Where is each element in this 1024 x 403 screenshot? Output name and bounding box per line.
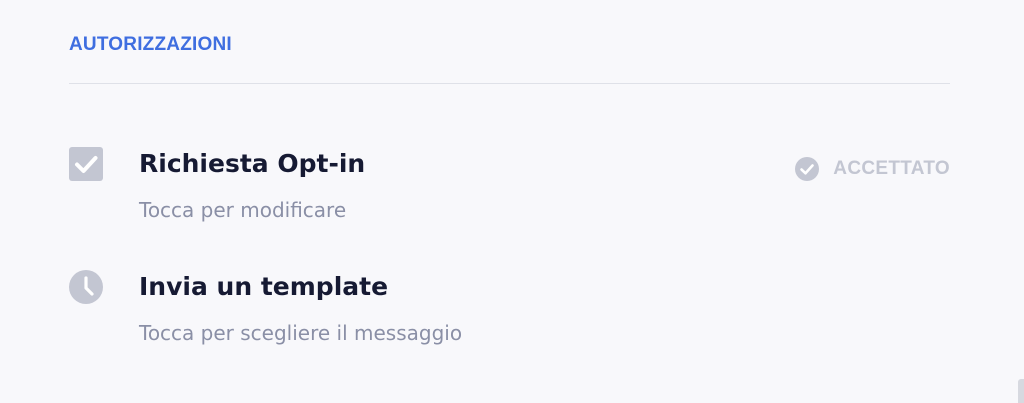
status-text: ACCETTATO — [833, 158, 950, 179]
checkbox-checked-icon[interactable] — [69, 147, 103, 181]
optin-request-item[interactable]: Richiesta Opt-in Tocca per modificare AC… — [69, 140, 950, 230]
status-badge: ACCETTATO — [795, 156, 950, 182]
template-subtitle: Tocca per scegliere il messaggio — [139, 321, 463, 345]
authorizations-panel: AUTORIZZAZIONI Richiesta Opt-in Tocca pe… — [0, 0, 1024, 403]
check-circle-icon — [795, 157, 820, 181]
scrollbar-thumb[interactable] — [1018, 379, 1024, 403]
section-title: AUTORIZZAZIONI — [69, 34, 232, 55]
send-template-item[interactable]: Invia un template Tocca per scegliere il… — [69, 263, 950, 353]
divider — [69, 83, 950, 84]
template-title: Invia un template — [139, 272, 389, 301]
optin-title: Richiesta Opt-in — [139, 149, 366, 178]
optin-subtitle: Tocca per modificare — [139, 198, 347, 222]
clock-icon — [69, 270, 103, 304]
